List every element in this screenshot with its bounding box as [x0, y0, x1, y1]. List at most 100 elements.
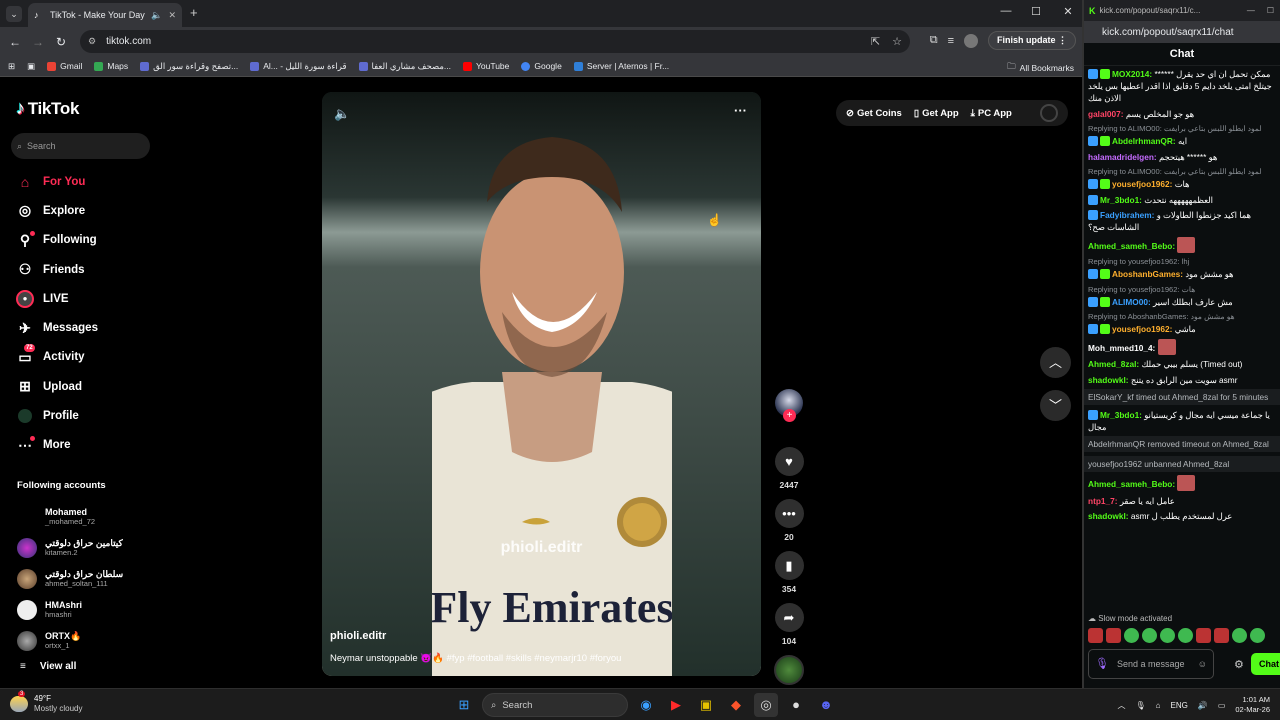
emote-icon[interactable] — [1160, 628, 1175, 643]
brave-icon[interactable]: ◆ — [724, 693, 748, 717]
battery-icon[interactable]: ▭ — [1218, 701, 1226, 710]
previous-video-button[interactable]: ︿ — [1040, 347, 1071, 378]
music-disc-icon[interactable] — [774, 655, 804, 685]
chat-username[interactable]: Fadyibrahem: — [1100, 210, 1154, 220]
chat-username[interactable]: ntp1_7: — [1088, 496, 1118, 506]
bookmark-quran-1[interactable]: تصفح وقراءة سور الق... — [140, 61, 238, 72]
get-app-button[interactable]: ▯ Get App — [914, 108, 959, 119]
video-player[interactable]: Fly Emirates 🔈 ··· phioli.editr phioli.e… — [322, 92, 761, 676]
youtube-app-icon[interactable]: ▶ — [664, 693, 688, 717]
tiktok-logo[interactable]: ♪ TikTok — [16, 98, 79, 119]
chat-username[interactable]: MOX2014: — [1112, 69, 1152, 79]
sidebar-item-friends[interactable]: ⚇ Friends — [16, 255, 156, 284]
chat-username[interactable]: shadowkl: — [1088, 511, 1129, 521]
microphone-icon[interactable]: 🎙 — [1095, 659, 1109, 670]
network-icon[interactable]: ⌂ — [1156, 701, 1161, 710]
video-caption[interactable]: Neymar unstoppable 😈🔥 #fyp #football #sk… — [330, 653, 621, 664]
bookmark-quran-2[interactable]: Al... - قراءة سورة الليل — [250, 61, 347, 72]
sidebar-item-following[interactable]: ⚲ Following — [16, 226, 156, 255]
comment-button[interactable]: ••• 20 — [772, 499, 806, 543]
close-window-button[interactable]: ✕ — [1059, 5, 1077, 18]
github-icon[interactable]: ● — [784, 693, 808, 717]
apps-grid-icon[interactable]: ⊞ — [8, 61, 15, 72]
follow-plus-icon[interactable]: + — [783, 409, 796, 422]
more-options-icon[interactable]: ··· — [734, 103, 747, 118]
bookmark-star-icon[interactable]: ☆ — [892, 35, 902, 48]
tab-tiktok[interactable]: ♪ TikTok - Make Your Day 🔈 ✕ — [28, 3, 182, 27]
chat-username[interactable]: yousefjoo1962: — [1112, 179, 1172, 189]
chrome-icon[interactable]: ◎ — [754, 693, 778, 717]
volume-icon[interactable]: 🔊 — [1198, 701, 1208, 710]
emote-icon[interactable] — [1232, 628, 1247, 643]
tab-search-button[interactable]: ⌄ — [6, 6, 22, 22]
kick-url[interactable]: kick.com/popout/saqrx11/chat — [1084, 21, 1280, 43]
send-message-input[interactable]: 🎙 Send a message ☺ — [1088, 649, 1214, 679]
taskbar-search[interactable]: ⌕ Search — [482, 693, 628, 717]
emote-icon[interactable] — [1178, 628, 1193, 643]
like-button[interactable]: ♥ 2447 — [772, 447, 806, 491]
creator-avatar[interactable]: + — [775, 389, 803, 422]
chat-username[interactable]: Ahmed_8zal: — [1088, 359, 1139, 369]
chat-username[interactable]: halamadridelgen: — [1088, 152, 1157, 162]
share-button[interactable]: ➦ 104 — [772, 603, 806, 647]
bookmark-gmail[interactable]: Gmail — [47, 61, 82, 71]
chat-send-button[interactable]: Chat — [1251, 653, 1280, 675]
get-coins-button[interactable]: ⊘ Get Coins — [846, 108, 902, 119]
chat-username[interactable]: AbdelrhmanQR: — [1112, 136, 1176, 146]
chat-username[interactable]: Ahmed_sameh_Bebo: — [1088, 241, 1175, 251]
chat-username[interactable]: ALIMO00: — [1112, 297, 1151, 307]
following-account[interactable]: HMAshri hmashri — [17, 594, 167, 625]
sidebar-item-for-you[interactable]: ⌂ For You — [16, 167, 156, 196]
following-account[interactable]: ORTX🔥 ortxx_1 — [17, 625, 167, 656]
pc-app-button[interactable]: ⤓ PC App — [971, 108, 1012, 119]
all-bookmarks-button[interactable]: 🗀 All Bookmarks — [1007, 61, 1074, 75]
minimize-button[interactable]: — — [1247, 6, 1255, 15]
video-author[interactable]: phioli.editr — [330, 630, 386, 642]
sidebar-item-more[interactable]: ⋯ More — [16, 431, 156, 460]
emoji-icon[interactable]: ☺ — [1198, 659, 1207, 669]
chat-username[interactable]: Moh_mmed10_4: — [1088, 343, 1155, 353]
chat-username[interactable]: Mr_3bdo1: — [1100, 410, 1142, 420]
tray-chevron-icon[interactable]: ︿ — [1118, 700, 1126, 711]
back-icon[interactable]: ← — [7, 35, 23, 49]
emote-icon[interactable] — [1196, 628, 1211, 643]
finish-update-button[interactable]: Finish update ⋮ — [987, 31, 1076, 50]
bookmark-quran-3[interactable]: مصحف مشاري العفا... — [358, 61, 451, 72]
profile-avatar[interactable] — [963, 33, 978, 48]
emote-icon[interactable] — [1124, 628, 1139, 643]
bookmark-aternos[interactable]: Server | Aternos | Fr... — [573, 61, 669, 71]
windows-start-icon[interactable]: ⊞ — [452, 693, 476, 717]
sidebar-item-upload[interactable]: ⊞ Upload — [16, 372, 156, 401]
chat-username[interactable]: Mr_3bdo1: — [1100, 195, 1142, 205]
app-icon[interactable]: ▣ — [694, 693, 718, 717]
chat-username[interactable]: galal007: — [1088, 109, 1124, 119]
weather-widget[interactable]: 3 49°F Mostly cloudy — [10, 691, 82, 714]
discord-icon[interactable]: ☻ — [814, 693, 838, 717]
clock[interactable]: 1:01 AM 02-Mar-26 — [1235, 695, 1270, 715]
next-video-button[interactable]: ﹀ — [1040, 390, 1071, 421]
minimize-button[interactable]: — — [997, 5, 1015, 17]
reload-icon[interactable]: ↻ — [53, 35, 69, 49]
following-account[interactable]: سلطان حراق دلوقتي ahmed_soltan_111 — [17, 563, 167, 594]
extensions-icon[interactable]: ⧉ — [930, 34, 938, 47]
mute-icon[interactable]: 🔈 — [334, 106, 350, 122]
sidebar-item-live[interactable]: ● LIVE — [16, 284, 156, 313]
save-button[interactable]: ▮ 354 — [772, 551, 806, 595]
microphone-icon[interactable]: 🎙 — [1136, 701, 1146, 710]
emote-icon[interactable] — [1088, 628, 1103, 643]
emote-icon[interactable] — [1106, 628, 1121, 643]
install-app-icon[interactable]: ⇱ — [871, 35, 880, 48]
chat-username[interactable]: yousefjoo1962: — [1112, 324, 1172, 334]
chat-username[interactable]: shadowkl: — [1088, 375, 1129, 385]
new-tab-button[interactable]: + — [190, 6, 198, 20]
reading-list-icon[interactable]: ≡ — [948, 35, 954, 47]
speaker-icon[interactable]: 🔈 — [151, 10, 162, 21]
bookmark-folder-icon[interactable]: ▣ — [27, 61, 35, 72]
forward-icon[interactable]: → — [30, 35, 46, 49]
following-account[interactable]: كيتامين حراق دلوقتي kitamen.2 — [17, 532, 167, 563]
sidebar-item-explore[interactable]: ◎ Explore — [16, 196, 156, 225]
following-account[interactable]: Mohamed _mohamed_72 — [17, 501, 167, 532]
chat-username[interactable]: Ahmed_sameh_Bebo: — [1088, 479, 1175, 489]
close-tab-icon[interactable]: ✕ — [168, 10, 176, 21]
address-bar[interactable]: ⚙ tiktok.com ⇱ ☆ — [80, 30, 910, 53]
